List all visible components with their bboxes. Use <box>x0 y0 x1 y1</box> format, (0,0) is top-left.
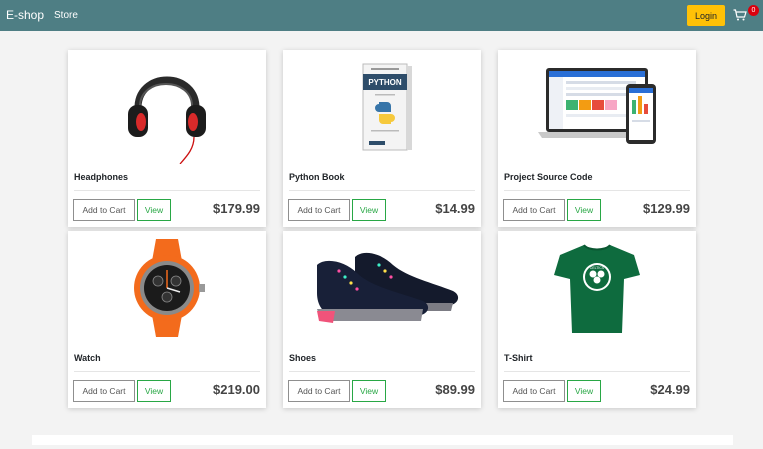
login-button[interactable]: Login <box>687 5 725 26</box>
view-button[interactable]: View <box>352 199 386 221</box>
headphones-image <box>128 76 206 164</box>
cart-link[interactable]: 0 <box>733 5 759 26</box>
shoes-image <box>317 252 459 323</box>
add-to-cart-button[interactable]: Add to Cart <box>503 380 565 402</box>
view-button[interactable]: View <box>567 380 601 402</box>
product-price: $179.99 <box>213 201 260 216</box>
add-to-cart-button[interactable]: Add to Cart <box>73 199 135 221</box>
view-button[interactable]: View <box>567 199 601 221</box>
product-price: $89.99 <box>435 382 475 397</box>
view-button[interactable]: View <box>137 380 171 402</box>
view-button[interactable]: View <box>352 380 386 402</box>
card-divider <box>74 190 260 191</box>
add-to-cart-button[interactable]: Add to Cart <box>73 380 135 402</box>
nav-link-store[interactable]: Store <box>54 10 78 21</box>
card-divider <box>504 190 690 191</box>
product-card: Watch Add to Cart View $219.00 <box>68 231 266 408</box>
product-price: $219.00 <box>213 382 260 397</box>
card-divider <box>289 190 475 191</box>
product-card: CELTICS T-Shirt Add to Cart View $24.99 <box>498 231 696 408</box>
navbar: E-shop Store Login 0 <box>0 0 763 31</box>
add-to-cart-button[interactable]: Add to Cart <box>503 199 565 221</box>
card-divider <box>74 371 260 372</box>
product-card: Headphones Add to Cart View $179.99 <box>68 50 266 227</box>
product-name: Project Source Code <box>504 172 593 182</box>
card-divider <box>504 371 690 372</box>
product-name: T-Shirt <box>504 353 533 363</box>
product-price: $14.99 <box>435 201 475 216</box>
product-price: $129.99 <box>643 201 690 216</box>
product-name: Watch <box>74 353 101 363</box>
product-card: PYTHON Python Book Add to Cart View $14.… <box>283 50 481 227</box>
tshirt-image: CELTICS <box>554 244 640 333</box>
add-to-cart-button[interactable]: Add to Cart <box>288 380 350 402</box>
product-price: $24.99 <box>650 382 690 397</box>
add-to-cart-button[interactable]: Add to Cart <box>288 199 350 221</box>
book-cover-title: PYTHON <box>368 78 402 87</box>
laptop-phone-image <box>538 68 656 144</box>
python-book-image: PYTHON <box>362 63 412 151</box>
tshirt-logo-text: CELTICS <box>590 266 605 270</box>
watch-image <box>134 239 205 337</box>
product-name: Python Book <box>289 172 345 182</box>
product-name: Shoes <box>289 353 317 363</box>
view-button[interactable]: View <box>137 199 171 221</box>
brand-logo[interactable]: E-shop <box>6 8 44 22</box>
card-divider <box>289 371 475 372</box>
product-card: Project Source Code Add to Cart View $12… <box>498 50 696 227</box>
product-name: Headphones <box>74 172 129 182</box>
cart-icon <box>733 9 747 21</box>
product-card: Shoes Add to Cart View $89.99 <box>283 231 481 408</box>
product-grid: Headphones Add to Cart View $179.99 PYTH… <box>32 31 733 445</box>
cart-count-badge: 0 <box>748 5 759 16</box>
